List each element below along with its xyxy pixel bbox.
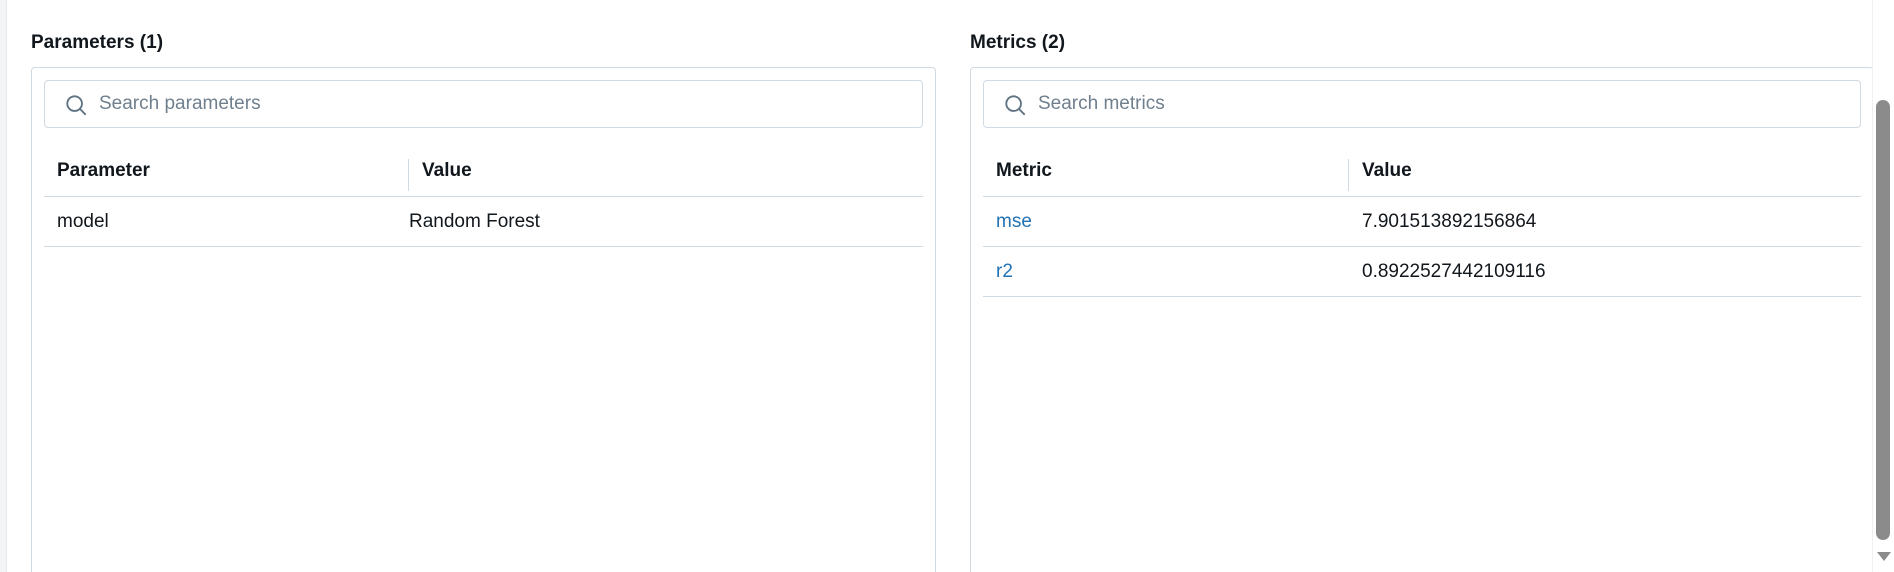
metric-value-cell: 0.8922527442109116 [1362,261,1546,282]
parameters-table: Parameter Value model Random Forest [44,146,923,247]
chevron-down-icon[interactable] [1877,552,1891,561]
metrics-search-box[interactable] [983,80,1861,128]
search-icon [1005,95,1026,116]
scrollbar-thumb[interactable] [1876,100,1890,540]
metrics-table-header: Metric Value [983,146,1861,197]
parameter-column-header[interactable]: Parameter [57,146,150,196]
metric-link-mse[interactable]: mse [996,197,1032,246]
parameters-search-box[interactable] [44,80,923,128]
table-row: model Random Forest [44,197,923,247]
parameter-name-cell: model [57,211,109,232]
run-details-page: Parameters (1) Parameter Value model Ran… [0,0,1894,572]
table-row: r2 0.8922527442109116 [983,247,1861,297]
column-divider[interactable] [408,159,409,191]
parameters-panel: Parameter Value model Random Forest [31,67,936,572]
metrics-section-title: Metrics (2) [970,32,1066,53]
parameters-table-header: Parameter Value [44,146,923,197]
metrics-panel: Metric Value mse 7.901513892156864 r2 0.… [970,67,1874,572]
metrics-table: Metric Value mse 7.901513892156864 r2 0.… [983,146,1861,297]
parameters-search-input[interactable] [99,81,906,127]
table-row: mse 7.901513892156864 [983,197,1861,247]
search-icon [66,95,87,116]
value-column-header[interactable]: Value [1362,146,1412,196]
parameters-section-title: Parameters (1) [31,32,164,53]
metrics-search-input[interactable] [1038,81,1844,127]
parameter-value-cell: Random Forest [409,211,540,232]
column-divider[interactable] [1348,159,1349,191]
metric-column-header[interactable]: Metric [996,146,1052,196]
metric-link-r2[interactable]: r2 [996,247,1013,296]
metric-value-cell: 7.901513892156864 [1362,211,1537,232]
value-column-header[interactable]: Value [422,146,472,196]
left-edge-border [0,0,7,572]
